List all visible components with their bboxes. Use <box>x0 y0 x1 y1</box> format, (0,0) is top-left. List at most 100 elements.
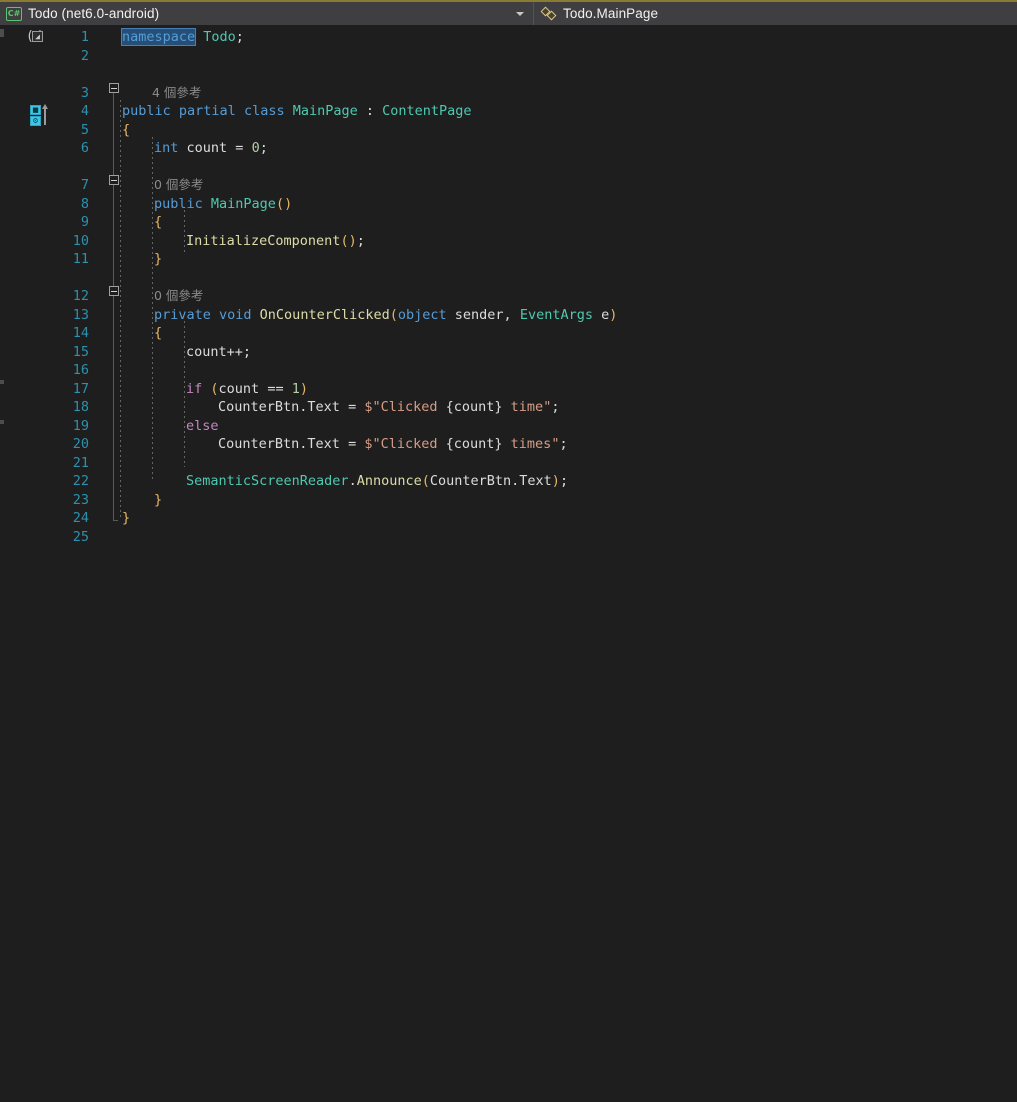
token-counterbtn-text-arg: CounterBtn.Text <box>429 473 552 489</box>
project-context-dropdown[interactable]: C# Todo (net6.0-android) <box>0 2 533 25</box>
token-paren-open: ( <box>210 380 219 397</box>
code-line-9[interactable]: InitializeComponent(); <box>186 232 365 251</box>
code-line-21[interactable]: SemanticScreenReader.Announce(CounterBtn… <box>186 472 568 491</box>
token-semicolon: ; <box>259 140 268 156</box>
token-paren-close: ) <box>551 473 560 489</box>
token-string-time: time <box>502 399 544 415</box>
codelens-text: 0 個參考 <box>154 177 204 192</box>
line-number: 23 <box>72 491 89 508</box>
line-number: 5 <box>80 121 89 138</box>
codelens-oncounterclicked-references[interactable]: 0 個參考 <box>154 287 203 306</box>
token-announce-method: Announce <box>356 473 422 489</box>
fold-guide-class <box>113 93 118 521</box>
codelens-text: 0 個參考 <box>154 288 204 303</box>
code-line-16[interactable]: if (count == 1) <box>186 380 308 399</box>
token-partial: partial <box>170 103 236 119</box>
token-comma: , <box>503 306 520 323</box>
code-line-4[interactable]: { <box>122 121 130 140</box>
token-semicolon: ; <box>235 29 244 45</box>
token-ctor-open-brace: { <box>154 214 163 230</box>
code-line-10[interactable]: } <box>154 250 162 269</box>
token-e-param: e <box>592 306 610 323</box>
token-method-close-brace: } <box>154 491 163 508</box>
line-number: 10 <box>72 232 89 249</box>
token-equality-operator: == <box>267 380 292 397</box>
token-semicolon: ; <box>559 473 569 489</box>
code-snippet-brace-icon[interactable]: ( ) ◢ <box>26 28 48 45</box>
token-mainpage-constructor: MainPage <box>202 195 276 212</box>
token-dot: . <box>348 473 357 489</box>
token-string-times: times <box>502 436 552 452</box>
type-context-label: Todo.MainPage <box>563 6 659 21</box>
class-icon <box>540 6 558 22</box>
line-number: 24 <box>72 510 89 526</box>
indent-guide <box>120 100 121 520</box>
line-number: 7 <box>80 177 89 193</box>
token-paren-open: ( <box>340 232 349 249</box>
token-count-field: count <box>178 140 236 156</box>
token-eventargs-type: EventArgs <box>519 306 593 323</box>
indent-guide <box>184 321 185 467</box>
token-paren-close: ) <box>348 232 357 249</box>
token-interp-brace-open: { <box>445 399 454 415</box>
token-semicolon: ; <box>559 436 568 452</box>
line-number: 15 <box>72 343 89 360</box>
line-number: 1 <box>80 29 89 45</box>
token-count-ref: count <box>218 380 268 397</box>
intellicode-icon-bottom: ⚙ <box>30 116 41 126</box>
token-paren-open: ( <box>275 195 285 212</box>
intellicode-suggestion-icon[interactable]: ■ ⚙ <box>30 104 52 126</box>
token-interp-brace-close: } <box>494 399 503 415</box>
line-number: 25 <box>72 528 89 545</box>
code-line-8[interactable]: { <box>154 213 162 232</box>
line-number: 2 <box>80 47 89 64</box>
token-paren-close: ) <box>609 306 618 323</box>
intellicode-icon-top: ■ <box>30 105 41 115</box>
token-method-open-brace: { <box>154 325 163 341</box>
line-number: 4 <box>80 103 89 119</box>
line-number: 19 <box>72 417 89 434</box>
token-string-clicked: Clicked <box>380 399 446 415</box>
fold-toggle-constructor[interactable] <box>109 175 119 185</box>
code-line-1[interactable]: namespace Todo; <box>120 28 244 47</box>
code-line-3[interactable]: public partial class MainPage : ContentP… <box>122 102 472 121</box>
code-line-23[interactable]: } <box>122 509 130 528</box>
token-interpolated-string-start: $" <box>364 399 381 415</box>
token-public: public <box>122 103 171 119</box>
fold-toggle-oncounterclicked[interactable] <box>109 286 119 296</box>
code-line-12[interactable]: private void OnCounterClicked(object sen… <box>154 306 617 325</box>
code-surface[interactable]: namespace Todo; 4 個參考 public partial cla… <box>120 25 1017 551</box>
code-line-19[interactable]: CounterBtn.Text = $"Clicked {count} time… <box>218 435 568 454</box>
code-line-7[interactable]: public MainPage() <box>154 195 292 214</box>
code-editor[interactable]: ( ) ◢ ■ ⚙ 1 2 3 4 5 6 7 8 9 10 11 12 13 … <box>0 25 1017 551</box>
line-number: 12 <box>72 288 89 304</box>
type-context-dropdown[interactable]: Todo.MainPage <box>533 2 1017 25</box>
token-mainpage-type: MainPage <box>284 103 358 119</box>
line-number: 14 <box>72 325 89 341</box>
glyph-margin[interactable]: ( ) ◢ ■ ⚙ <box>4 25 48 551</box>
token-semanticscreenreader-type: SemanticScreenReader <box>186 473 349 489</box>
token-initializecomponent-call: InitializeComponent <box>186 232 341 249</box>
codelens-constructor-references[interactable]: 0 個參考 <box>154 176 203 195</box>
line-number: 21 <box>72 454 89 471</box>
token-counterbtn-ref: CounterBtn <box>218 436 300 452</box>
project-context-label: Todo (net6.0-android) <box>28 6 160 21</box>
code-line-18[interactable]: else <box>186 417 219 436</box>
codelens-class-references[interactable]: 4 個參考 <box>152 84 201 103</box>
code-line-17[interactable]: CounterBtn.Text = $"Clicked {count} time… <box>218 398 559 417</box>
code-line-22[interactable]: } <box>154 491 162 510</box>
token-if-keyword: if <box>186 380 211 397</box>
token-counterbtn-ref: CounterBtn <box>218 399 300 415</box>
fold-toggle-class[interactable] <box>109 83 119 93</box>
token-else-keyword: else <box>186 417 219 434</box>
token-interp-brace-open: { <box>445 436 454 452</box>
chevron-down-icon[interactable] <box>516 11 524 16</box>
token-text-property: .Text <box>299 436 349 452</box>
token-text-property: .Text <box>299 399 349 415</box>
code-line-14[interactable]: count++; <box>186 343 251 362</box>
line-number: 8 <box>80 195 89 212</box>
token-one-literal: 1 <box>291 380 300 397</box>
code-line-13[interactable]: { <box>154 324 162 343</box>
code-line-5[interactable]: int count = 0; <box>154 139 268 158</box>
token-paren-close: ) <box>299 380 308 397</box>
